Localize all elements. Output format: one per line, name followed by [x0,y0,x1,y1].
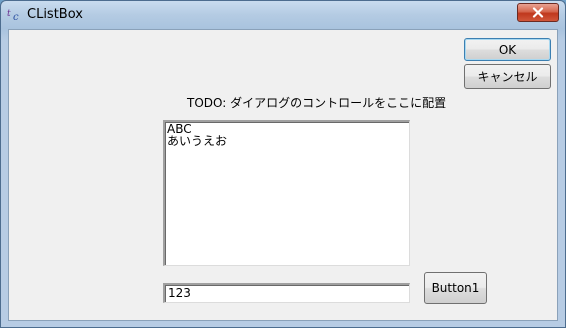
close-icon [532,7,544,18]
list-box[interactable]: ABC あいうえお [163,120,410,266]
svg-text:c: c [13,12,19,22]
dialog-window: t c CListBox OK キャンセル TODO: ダイアログのコントロール… [0,0,566,328]
dialog-client-area: OK キャンセル TODO: ダイアログのコントロールをここに配置 ABC あい… [8,29,558,321]
close-button[interactable] [517,3,559,22]
svg-text:t: t [7,9,11,19]
todo-label: TODO: ダイアログのコントロールをここに配置 [187,96,447,110]
text-input[interactable]: 123 [163,283,410,303]
app-icon[interactable]: t c [7,6,23,23]
title-bar[interactable]: t c CListBox [1,1,565,29]
list-item[interactable]: あいうえお [167,135,407,147]
cancel-button[interactable]: キャンセル [464,64,551,89]
button1[interactable]: Button1 [424,272,487,304]
ok-button[interactable]: OK [464,38,551,61]
window-title: CListBox [27,7,83,22]
